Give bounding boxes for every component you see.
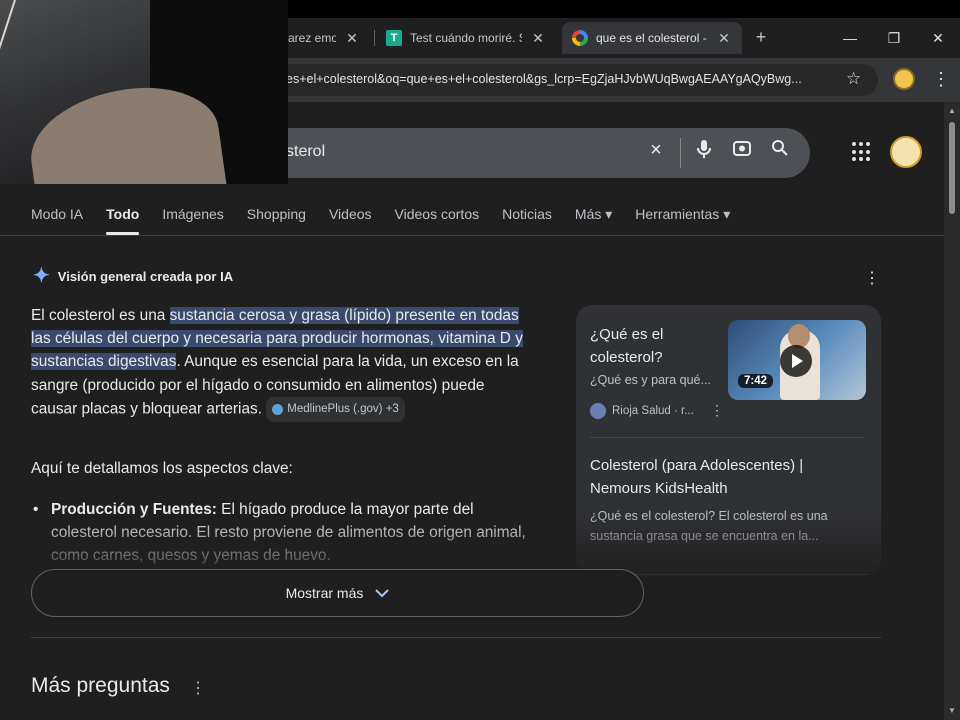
close-icon[interactable]: ✕ <box>530 30 546 47</box>
close-window-button[interactable]: ✕ <box>918 24 958 52</box>
tab-herramientas[interactable]: Herramientas ▾ <box>635 206 730 236</box>
more-questions-title: Más preguntas <box>31 674 170 697</box>
page-scrollbar[interactable]: ▲ ▼ <box>944 102 960 720</box>
source-chip[interactable]: MedlinePlus (.gov) +3 <box>266 396 405 423</box>
ai-intro-text: El colesterol es una <box>31 307 170 324</box>
card-divider <box>590 437 865 438</box>
tab-videos-cortos[interactable]: Videos cortos <box>395 206 480 236</box>
video-source-label: Rioja Salud · r... <box>612 405 694 417</box>
close-icon[interactable]: ✕ <box>344 30 360 47</box>
tab-3-active[interactable]: que es el colesterol - B ✕ <box>562 22 742 54</box>
scroll-down-arrow-icon[interactable]: ▼ <box>948 706 956 715</box>
ai-overview-more-icon[interactable]: ⋮ <box>864 268 880 288</box>
tab-3-title: que es el colesterol - B <box>596 31 708 45</box>
clear-icon[interactable]: × <box>642 139 670 162</box>
play-icon[interactable] <box>780 345 812 377</box>
address-bar[interactable]: es+el+colesterol&oq=que+es+el+colesterol… <box>250 64 878 96</box>
browser-window: arez emoc ✕ T Test cuándo moriré. Sa ✕ q… <box>0 0 960 720</box>
tab-modo-ia[interactable]: Modo IA <box>31 206 83 236</box>
video-result-source: Rioja Salud · r... <box>590 403 694 419</box>
kebab-menu-icon[interactable]: ⋮ <box>710 402 724 419</box>
bookmark-star-icon[interactable]: ☆ <box>846 69 861 89</box>
ai-subheading: Aquí te detallamos los aspectos clave: <box>31 460 293 477</box>
apps-grid-icon[interactable] <box>852 142 872 162</box>
search-divider <box>680 138 681 168</box>
tab-todo[interactable]: Todo <box>106 206 140 236</box>
tab-2[interactable]: T Test cuándo moriré. Sa ✕ <box>376 22 556 54</box>
video-thumbnail[interactable]: 7:42 <box>728 320 866 400</box>
search-query-text: sterol <box>286 143 326 160</box>
rioja-salud-icon <box>590 403 606 419</box>
content-fade <box>0 514 944 574</box>
tab-1-title: arez emoc <box>288 31 336 45</box>
google-icon <box>572 30 588 46</box>
show-more-label: Mostrar más <box>285 585 364 601</box>
test-site-icon: T <box>386 30 402 46</box>
video-result-title[interactable]: ¿Qué es el colesterol? <box>590 323 720 369</box>
video-duration: 7:42 <box>738 374 774 388</box>
restore-button[interactable]: ❐ <box>874 24 914 52</box>
new-tab-button[interactable]: + <box>750 26 772 48</box>
section-divider <box>31 637 881 638</box>
tab-noticias[interactable]: Noticias <box>502 206 552 236</box>
tab-videos[interactable]: Videos <box>329 206 372 236</box>
tab-2-title: Test cuándo moriré. Sa <box>410 31 522 45</box>
camera-lens-icon[interactable] <box>728 139 756 163</box>
tab-separator <box>374 30 375 46</box>
tab-1[interactable]: arez emoc ✕ <box>278 22 370 54</box>
scroll-up-arrow-icon[interactable]: ▲ <box>948 106 956 115</box>
account-avatar[interactable] <box>890 136 922 168</box>
ai-overview-header: ✦ Visión general creada por IA <box>33 265 234 287</box>
search-tabs: Modo IA Todo Imágenes Shopping Videos Vi… <box>31 206 753 236</box>
chevron-down-icon <box>375 585 390 601</box>
source-chip-label: MedlinePlus (.gov) +3 <box>287 402 399 415</box>
search-results-page: sterol × Modo IA Todo Imágenes Shopping … <box>0 102 944 720</box>
profile-avatar[interactable] <box>893 68 915 90</box>
ai-overview-paragraph: El colesterol es una sustancia cerosa y … <box>31 304 531 423</box>
minimize-button[interactable]: — <box>830 24 870 52</box>
kebab-menu-icon[interactable]: ⋮ <box>190 678 206 698</box>
show-more-button[interactable]: Mostrar más <box>31 569 644 617</box>
video-result-desc: ¿Qué es y para qué... <box>590 373 711 387</box>
kidshealth-result-title[interactable]: Colesterol (para Adolescentes) | Nemours… <box>590 454 865 500</box>
ai-sparkle-icon: ✦ <box>33 265 50 287</box>
search-input[interactable]: sterol × <box>246 128 810 178</box>
tab-mas[interactable]: Más ▾ <box>575 206 612 236</box>
scrollbar-thumb[interactable] <box>949 122 955 214</box>
browser-menu-icon[interactable]: ⋮ <box>932 66 950 92</box>
url-text: es+el+colesterol&oq=que+es+el+colesterol… <box>286 72 802 86</box>
globe-icon <box>272 403 284 415</box>
tab-shopping[interactable]: Shopping <box>247 206 306 236</box>
close-icon[interactable]: ✕ <box>716 30 732 47</box>
tab-imagenes[interactable]: Imágenes <box>162 206 223 236</box>
webcam-overlay <box>0 0 288 184</box>
search-icon[interactable] <box>766 139 794 163</box>
tabs-divider <box>0 235 944 236</box>
ai-overview-title: Visión general creada por IA <box>57 268 234 284</box>
microphone-icon[interactable] <box>690 139 718 165</box>
